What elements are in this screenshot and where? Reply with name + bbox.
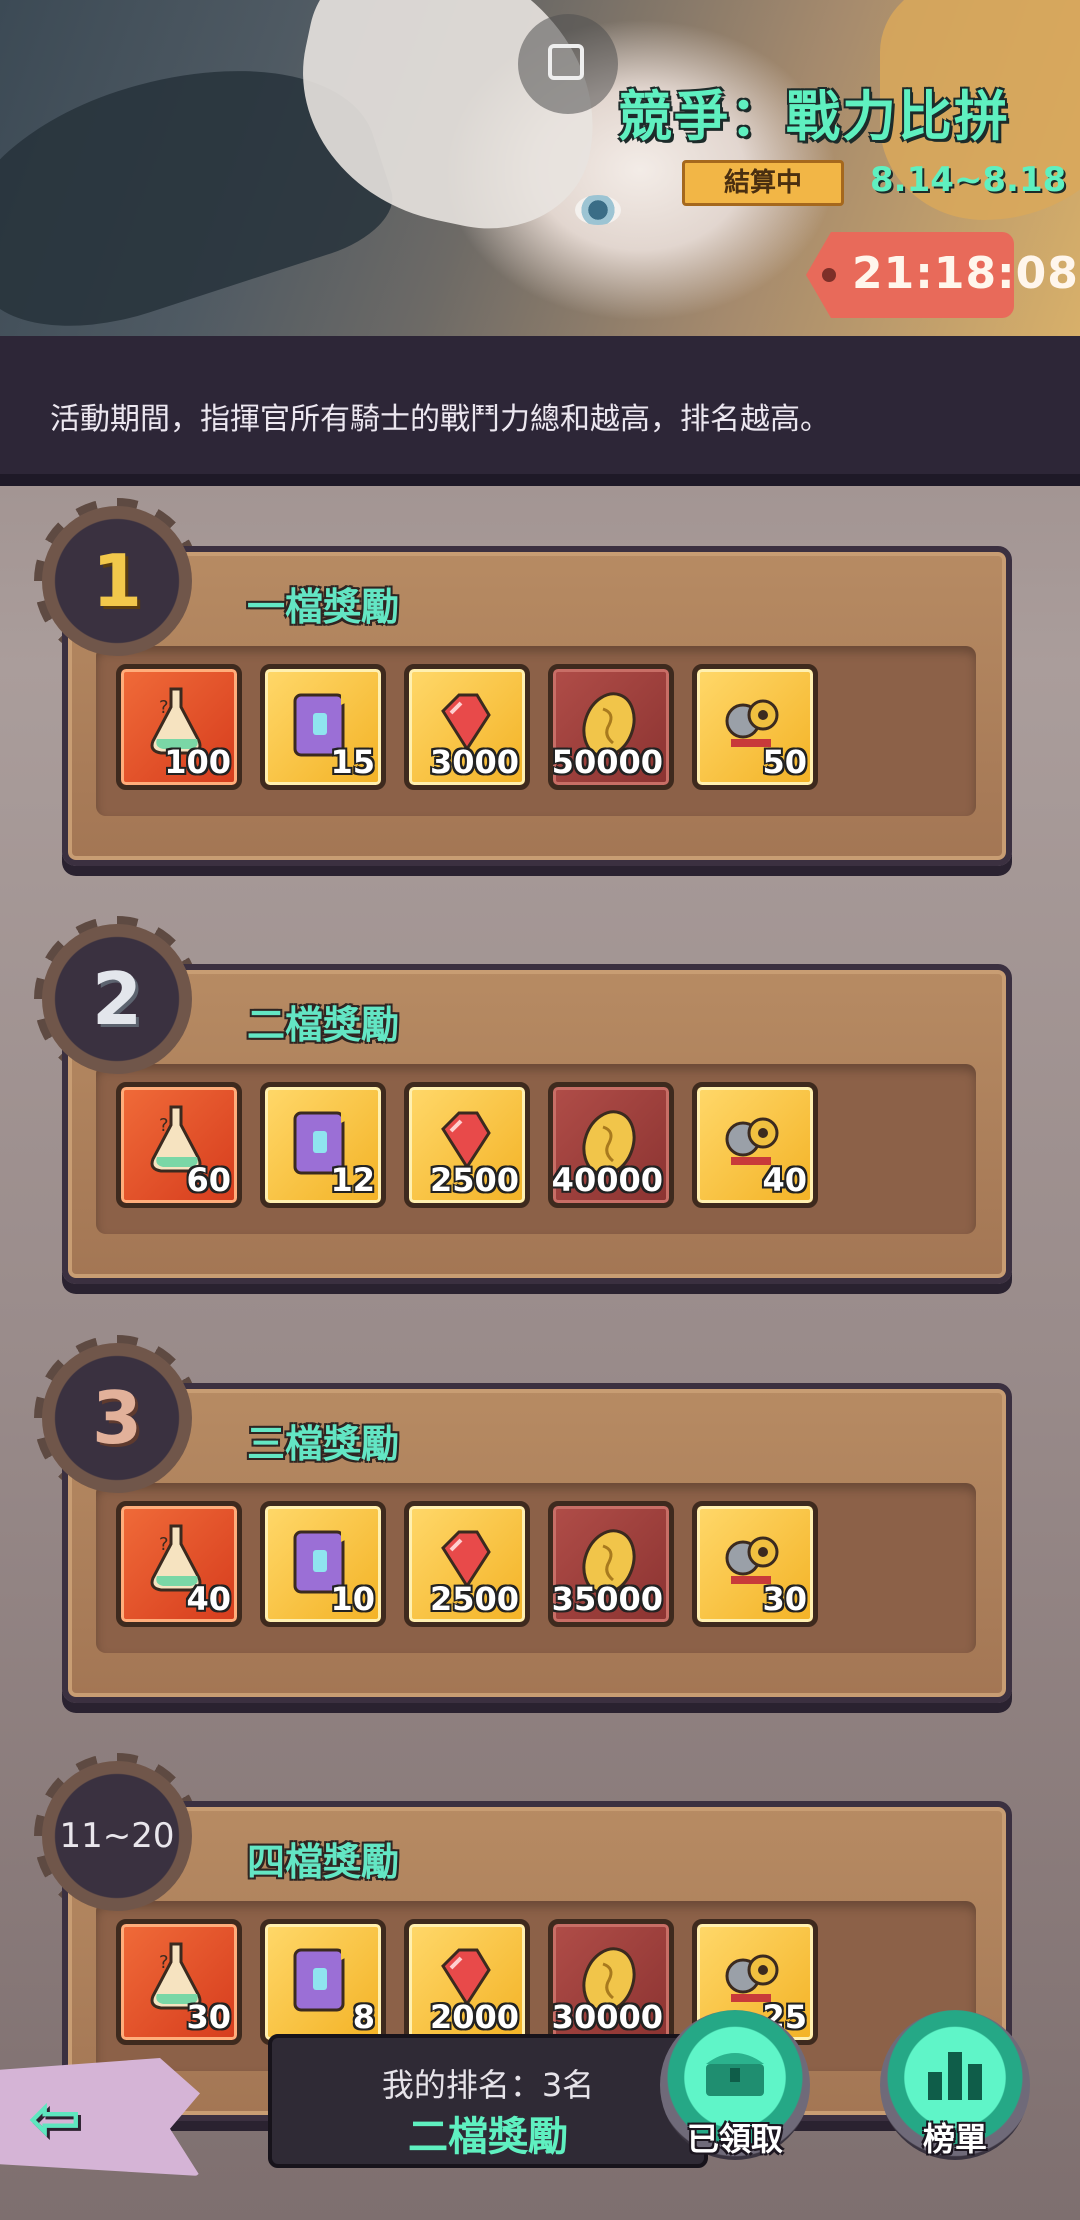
my-rank-label: 我的排名：3名 — [381, 2066, 595, 2104]
reward-item-quantity: 8 — [352, 1998, 375, 2036]
reward-item[interactable]: 15 — [260, 664, 386, 790]
reward-item-quantity: 10 — [330, 1580, 375, 1618]
event-description: 活動期間，指揮官所有騎士的戰鬥力總和越高，排名越高。 — [50, 402, 830, 437]
reward-item[interactable]: 30000 — [548, 1919, 674, 2045]
reward-item[interactable]: 8 — [260, 1919, 386, 2045]
reward-item-quantity: 100 — [164, 743, 231, 781]
back-button[interactable]: ⇦ — [0, 2058, 230, 2178]
reward-item-quantity: 30 — [762, 1580, 807, 1618]
my-reward-tier: 二檔獎勵 — [408, 2114, 568, 2160]
reward-item[interactable]: ? 60 — [116, 1082, 242, 1208]
reward-item[interactable]: 50000 — [548, 664, 674, 790]
reward-item[interactable]: ? 40 — [116, 1501, 242, 1627]
reward-tier-label: 四檔獎勵 — [247, 1840, 400, 1884]
rank-badge-icon: 1 — [34, 498, 200, 664]
rank-badge-number: 3 — [91, 1376, 143, 1460]
claimed-rewards-label: 已領取 — [686, 2120, 783, 2158]
reward-item-quantity: 2500 — [429, 1161, 519, 1199]
rank-badge-number: 2 — [91, 957, 143, 1041]
reward-item-quantity: 40000 — [551, 1161, 663, 1199]
reward-item-quantity: 40 — [186, 1580, 231, 1618]
rank-badge-icon: 2 — [34, 916, 200, 1082]
svg-text:?: ? — [159, 697, 169, 718]
reward-item-quantity: 30000 — [551, 1998, 663, 2036]
reward-item-quantity: 60 — [186, 1161, 231, 1199]
rank-badge-icon: 11~20 — [34, 1753, 200, 1919]
reward-item-row: ? 100 15 3000 50000 50 — [116, 664, 976, 794]
square-icon — [548, 44, 584, 80]
reward-item-quantity: 30 — [186, 1998, 231, 2036]
reward-item[interactable]: ? 100 — [116, 664, 242, 790]
rank-badge-number: 11~20 — [59, 1816, 175, 1856]
rank-badge-number: 1 — [91, 539, 143, 623]
reward-item-quantity: 50000 — [551, 743, 663, 781]
reward-item-quantity: 12 — [330, 1161, 375, 1199]
reward-item[interactable]: 40000 — [548, 1082, 674, 1208]
reward-tier: 1 一檔獎勵? 100 15 3000 50000 50 — [34, 498, 1012, 866]
reward-item-quantity: 2500 — [429, 1580, 519, 1618]
reward-item[interactable]: 2000 — [404, 1919, 530, 2045]
reward-tier-label: 三檔獎勵 — [247, 1422, 400, 1466]
reward-item-quantity: 2000 — [429, 1998, 519, 2036]
reward-item[interactable]: 40 — [692, 1082, 818, 1208]
reward-item[interactable]: 12 — [260, 1082, 386, 1208]
rank-badge-icon: 3 — [34, 1335, 200, 1501]
reward-tier-label: 一檔獎勵 — [247, 585, 400, 629]
reward-item[interactable]: 2500 — [404, 1082, 530, 1208]
my-rank-panel: 我的排名：3名 二檔獎勵 — [268, 2034, 708, 2168]
banner-art-character-eye — [575, 195, 621, 225]
svg-text:?: ? — [159, 1534, 169, 1555]
reward-item-quantity: 40 — [762, 1161, 807, 1199]
reward-item-quantity: 15 — [330, 743, 375, 781]
reward-item[interactable]: 35000 — [548, 1501, 674, 1627]
reward-item-quantity: 3000 — [429, 743, 519, 781]
reward-item[interactable]: 50 — [692, 664, 818, 790]
arrow-left-icon: ⇦ — [28, 2082, 82, 2156]
reward-item[interactable]: 30 — [692, 1501, 818, 1627]
reward-tier: 2 二檔獎勵? 60 12 2500 40000 40 — [34, 916, 1012, 1284]
event-date-range: 8.14~8.18 — [870, 160, 1067, 200]
reward-tier-label: 二檔獎勵 — [247, 1003, 400, 1047]
countdown-timer: 21:18:08 — [852, 248, 1079, 299]
reward-item-row: ? 60 12 2500 40000 40 — [116, 1082, 976, 1212]
svg-text:?: ? — [159, 1115, 169, 1136]
leaderboard-button[interactable]: 榜單 — [880, 2010, 1030, 2160]
reward-item[interactable]: 10 — [260, 1501, 386, 1627]
claimed-rewards-button[interactable]: 已領取 — [660, 2010, 810, 2160]
event-title: 競爭：戰力比拼 — [618, 85, 1010, 148]
spell-book-icon — [285, 1938, 355, 2018]
reward-item-quantity: 35000 — [551, 1580, 663, 1618]
reward-tier: 3 三檔獎勵? 40 10 2500 35000 30 — [34, 1335, 1012, 1703]
reward-item[interactable]: ? 30 — [116, 1919, 242, 2045]
reward-item[interactable]: 2500 — [404, 1501, 530, 1627]
reward-item-row: ? 30 8 2000 30000 25 — [116, 1919, 976, 2049]
reward-item[interactable]: 3000 — [404, 664, 530, 790]
leaderboard-label: 榜單 — [922, 2120, 987, 2158]
status-badge: 結算中 — [682, 160, 844, 206]
treasure-chest-icon — [706, 2053, 764, 2096]
reward-item-row: ? 40 10 2500 35000 30 — [116, 1501, 976, 1631]
reward-item-quantity: 50 — [762, 743, 807, 781]
tag-hole-icon — [822, 268, 836, 282]
bar-chart-icon — [928, 2052, 982, 2100]
svg-text:?: ? — [159, 1952, 169, 1973]
